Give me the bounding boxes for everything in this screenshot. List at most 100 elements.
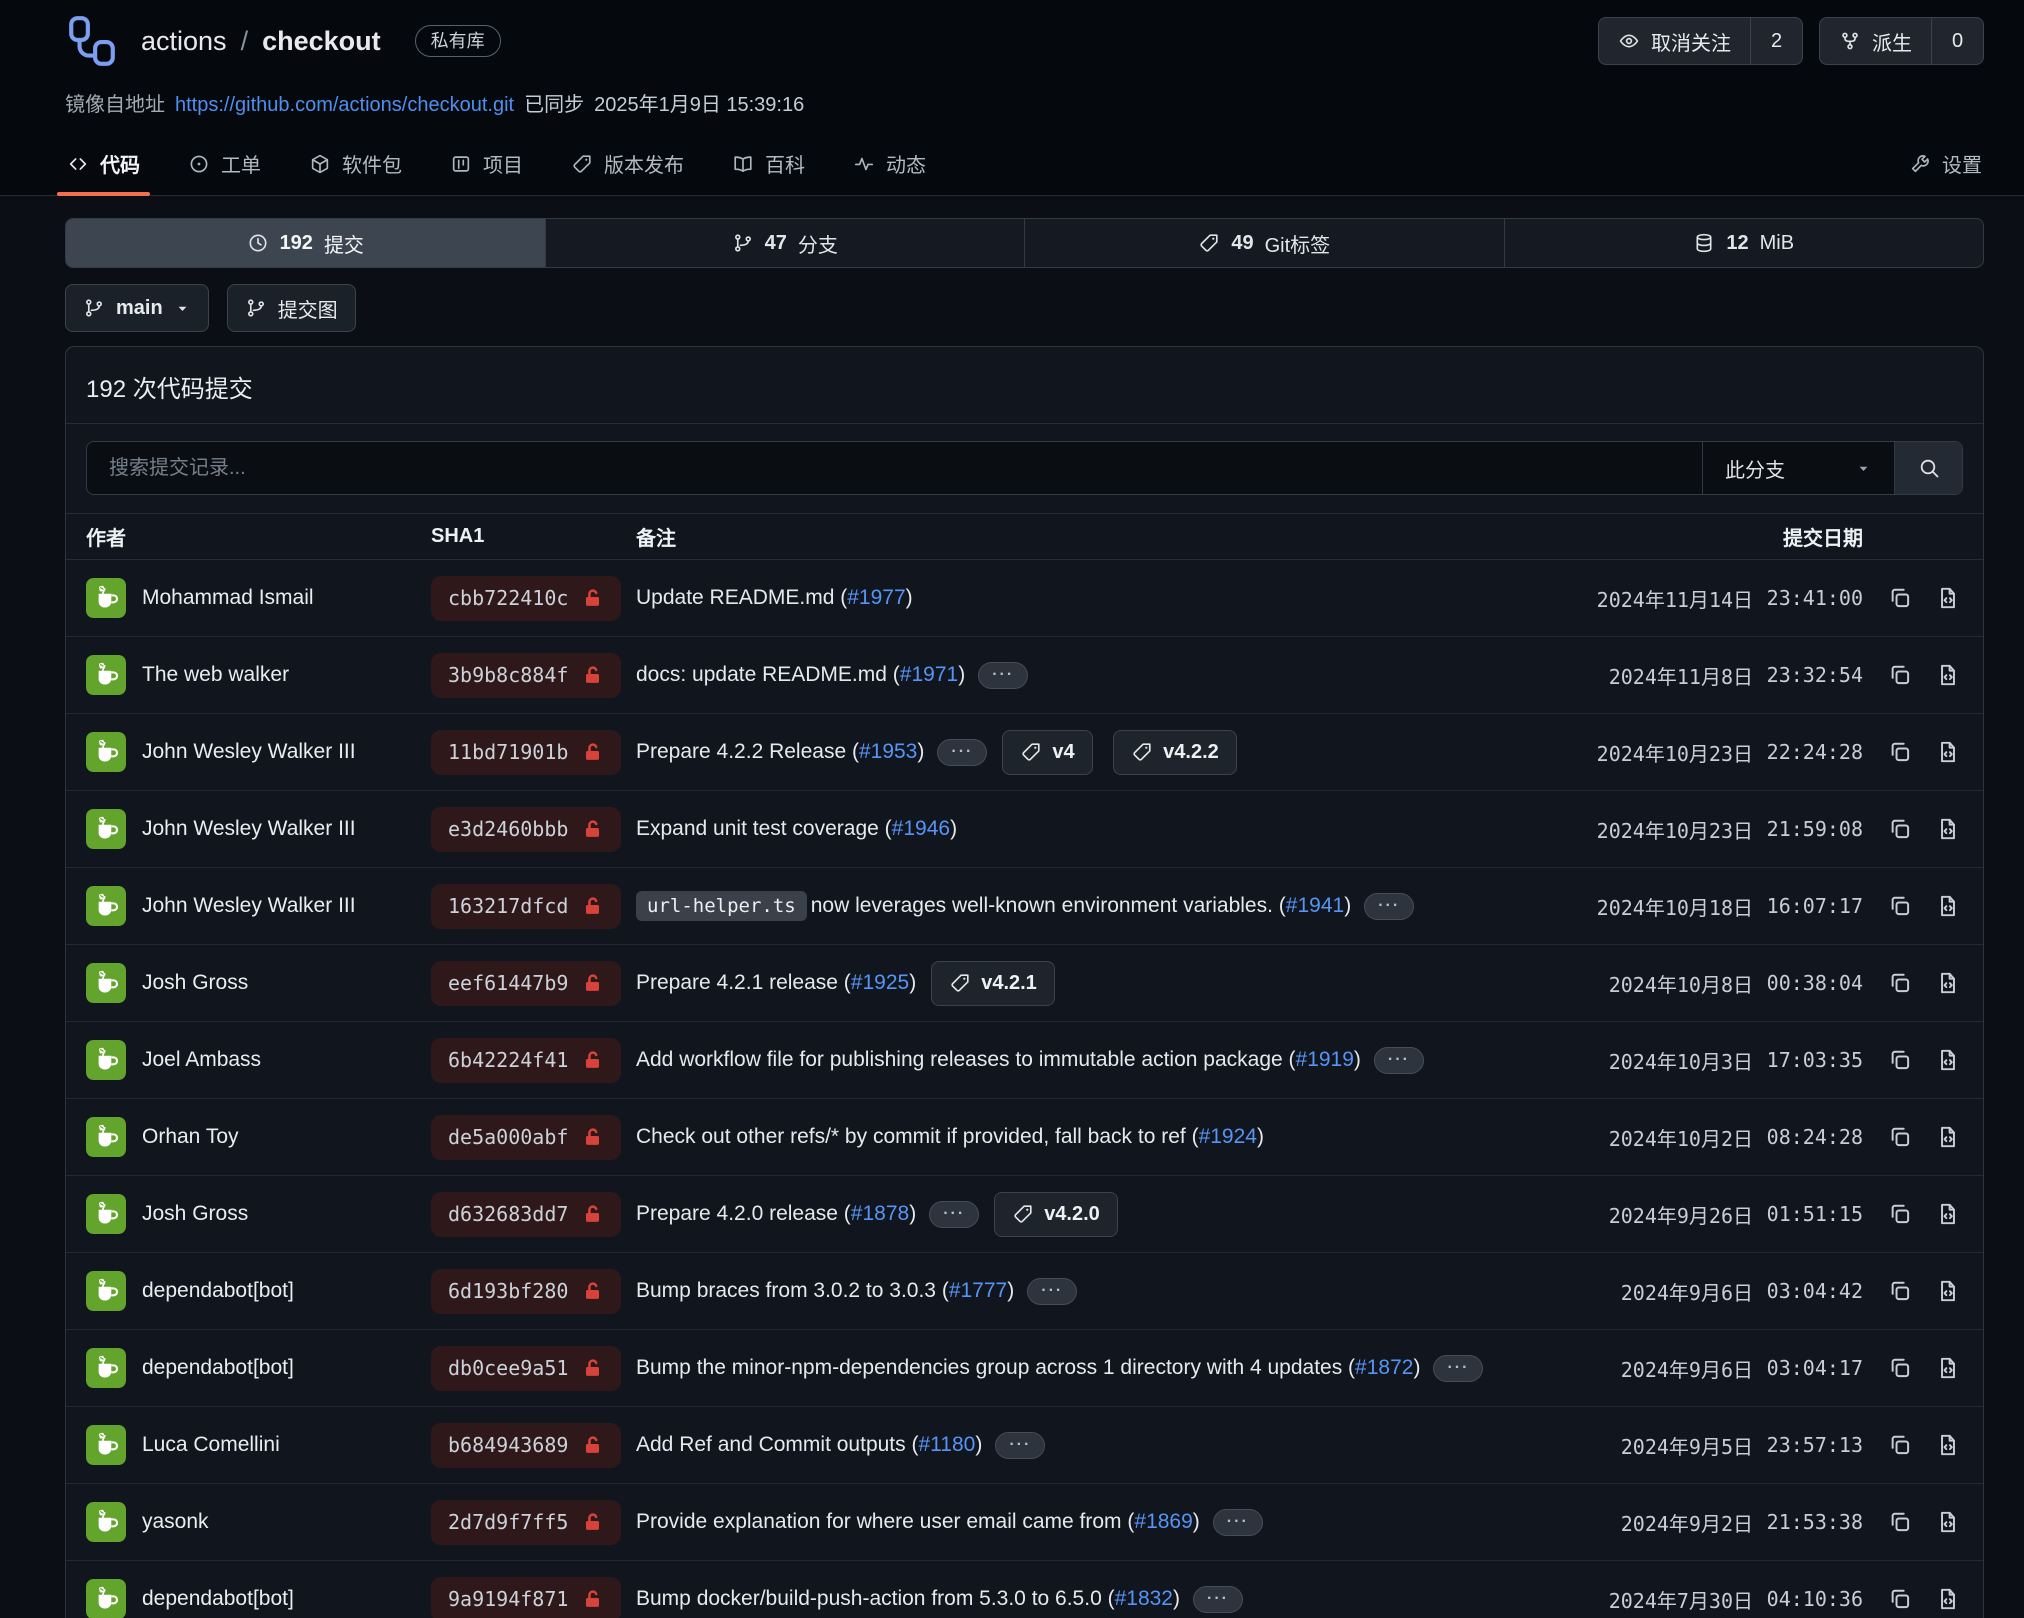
commit-sha-badge[interactable]: 2d7d9f7ff5 [431, 1500, 621, 1545]
expand-commit-button[interactable]: ··· [1193, 1586, 1243, 1613]
view-source-at-commit-button[interactable] [1929, 1041, 1967, 1079]
issue-link[interactable]: #1953 [859, 740, 917, 764]
expand-commit-button[interactable]: ··· [937, 739, 987, 766]
tab-projects[interactable]: 项目 [448, 141, 525, 195]
copy-sha-button[interactable] [1881, 887, 1919, 925]
issue-link[interactable]: #1977 [847, 586, 905, 610]
issue-link[interactable]: #1941 [1286, 894, 1344, 918]
view-source-at-commit-button[interactable] [1929, 1349, 1967, 1387]
commit-author-link[interactable]: yasonk [142, 1510, 209, 1534]
view-source-at-commit-button[interactable] [1929, 964, 1967, 1002]
view-source-at-commit-button[interactable] [1929, 1118, 1967, 1156]
copy-sha-button[interactable] [1881, 1426, 1919, 1464]
copy-sha-button[interactable] [1881, 1041, 1919, 1079]
commit-author-link[interactable]: dependabot[bot] [142, 1587, 294, 1611]
issue-link[interactable]: #1925 [851, 971, 909, 995]
copy-sha-button[interactable] [1881, 964, 1919, 1002]
stat-branches[interactable]: 47 分支 [546, 219, 1026, 267]
stat-commits[interactable]: 192 提交 [66, 219, 546, 267]
commit-author-link[interactable]: Josh Gross [142, 971, 248, 995]
search-button[interactable] [1894, 442, 1962, 494]
commit-author-link[interactable]: Josh Gross [142, 1202, 248, 1226]
unwatch-button[interactable]: 取消关注 2 [1598, 17, 1803, 65]
view-source-at-commit-button[interactable] [1929, 1580, 1967, 1618]
fork-button[interactable]: 派生 0 [1819, 17, 1984, 65]
commit-sha-badge[interactable]: 3b9b8c884f [431, 653, 621, 698]
copy-sha-button[interactable] [1881, 810, 1919, 848]
version-tag-chip[interactable]: v4.2.0 [994, 1192, 1118, 1237]
issue-link[interactable]: #1869 [1134, 1510, 1192, 1534]
mirror-url-link[interactable]: https://github.com/actions/checkout.git [175, 94, 514, 117]
tab-code[interactable]: 代码 [65, 141, 142, 195]
issue-link[interactable]: #1878 [851, 1202, 909, 1226]
stat-size[interactable]: 12 MiB [1505, 219, 1984, 267]
copy-sha-button[interactable] [1881, 1272, 1919, 1310]
commit-sha-badge[interactable]: 6b42224f41 [431, 1038, 621, 1083]
commit-author-link[interactable]: dependabot[bot] [142, 1356, 294, 1380]
commit-author-link[interactable]: John Wesley Walker III [142, 894, 356, 918]
copy-sha-button[interactable] [1881, 733, 1919, 771]
copy-sha-button[interactable] [1881, 1503, 1919, 1541]
view-source-at-commit-button[interactable] [1929, 656, 1967, 694]
view-source-at-commit-button[interactable] [1929, 810, 1967, 848]
view-source-at-commit-button[interactable] [1929, 887, 1967, 925]
issue-link[interactable]: #1180 [918, 1433, 975, 1457]
issue-link[interactable]: #1777 [949, 1279, 1007, 1303]
commit-author-link[interactable]: John Wesley Walker III [142, 817, 356, 841]
expand-commit-button[interactable]: ··· [978, 662, 1028, 689]
breadcrumb-repo-link[interactable]: checkout [262, 26, 381, 57]
version-tag-chip[interactable]: v4 [1002, 730, 1092, 775]
issue-link[interactable]: #1872 [1355, 1356, 1413, 1380]
view-source-at-commit-button[interactable] [1929, 1272, 1967, 1310]
view-source-at-commit-button[interactable] [1929, 579, 1967, 617]
commit-search-input[interactable] [87, 442, 1702, 494]
expand-commit-button[interactable]: ··· [1213, 1509, 1263, 1536]
view-source-at-commit-button[interactable] [1929, 1426, 1967, 1464]
stat-tags[interactable]: 49 Git标签 [1025, 219, 1505, 267]
commit-author-link[interactable]: Mohammad Ismail [142, 586, 314, 610]
commit-sha-badge[interactable]: de5a000abf [431, 1115, 621, 1160]
copy-sha-button[interactable] [1881, 579, 1919, 617]
commit-author-link[interactable]: Orhan Toy [142, 1125, 239, 1149]
branch-selector[interactable]: main [65, 284, 209, 332]
tab-settings[interactable]: 设置 [1907, 141, 1984, 195]
expand-commit-button[interactable]: ··· [1433, 1355, 1483, 1382]
watch-count[interactable]: 2 [1750, 18, 1802, 64]
expand-commit-button[interactable]: ··· [929, 1201, 979, 1228]
breadcrumb-owner-link[interactable]: actions [141, 26, 227, 57]
commit-sha-badge[interactable]: eef61447b9 [431, 961, 621, 1006]
view-source-at-commit-button[interactable] [1929, 1503, 1967, 1541]
tab-issues[interactable]: 工单 [186, 141, 263, 195]
expand-commit-button[interactable]: ··· [995, 1432, 1045, 1459]
commit-sha-badge[interactable]: db0cee9a51 [431, 1346, 621, 1391]
issue-link[interactable]: #1919 [1296, 1048, 1354, 1072]
tab-wiki[interactable]: 百科 [730, 141, 807, 195]
fork-count[interactable]: 0 [1931, 18, 1983, 64]
commit-sha-badge[interactable]: e3d2460bbb [431, 807, 621, 852]
expand-commit-button[interactable]: ··· [1027, 1278, 1077, 1305]
commit-sha-badge[interactable]: d632683dd7 [431, 1192, 621, 1237]
commit-sha-badge[interactable]: b684943689 [431, 1423, 621, 1468]
copy-sha-button[interactable] [1881, 1118, 1919, 1156]
commit-sha-badge[interactable]: 6d193bf280 [431, 1269, 621, 1314]
branch-filter-dropdown[interactable]: 此分支 [1702, 442, 1894, 494]
version-tag-chip[interactable]: v4.2.1 [931, 961, 1055, 1006]
commit-graph-button[interactable]: 提交图 [227, 284, 356, 332]
commit-author-link[interactable]: The web walker [142, 663, 289, 687]
copy-sha-button[interactable] [1881, 1195, 1919, 1233]
issue-link[interactable]: #1832 [1115, 1587, 1173, 1611]
commit-author-link[interactable]: dependabot[bot] [142, 1279, 294, 1303]
tab-activity[interactable]: 动态 [851, 141, 928, 195]
version-tag-chip[interactable]: v4.2.2 [1113, 730, 1237, 775]
tab-packages[interactable]: 软件包 [307, 141, 404, 195]
view-source-at-commit-button[interactable] [1929, 1195, 1967, 1233]
tab-releases[interactable]: 版本发布 [569, 141, 686, 195]
expand-commit-button[interactable]: ··· [1374, 1047, 1424, 1074]
expand-commit-button[interactable]: ··· [1364, 893, 1414, 920]
copy-sha-button[interactable] [1881, 1580, 1919, 1618]
view-source-at-commit-button[interactable] [1929, 733, 1967, 771]
copy-sha-button[interactable] [1881, 1349, 1919, 1387]
commit-author-link[interactable]: Luca Comellini [142, 1433, 280, 1457]
commit-sha-badge[interactable]: 9a9194f871 [431, 1577, 621, 1618]
commit-sha-badge[interactable]: 11bd71901b [431, 730, 621, 775]
